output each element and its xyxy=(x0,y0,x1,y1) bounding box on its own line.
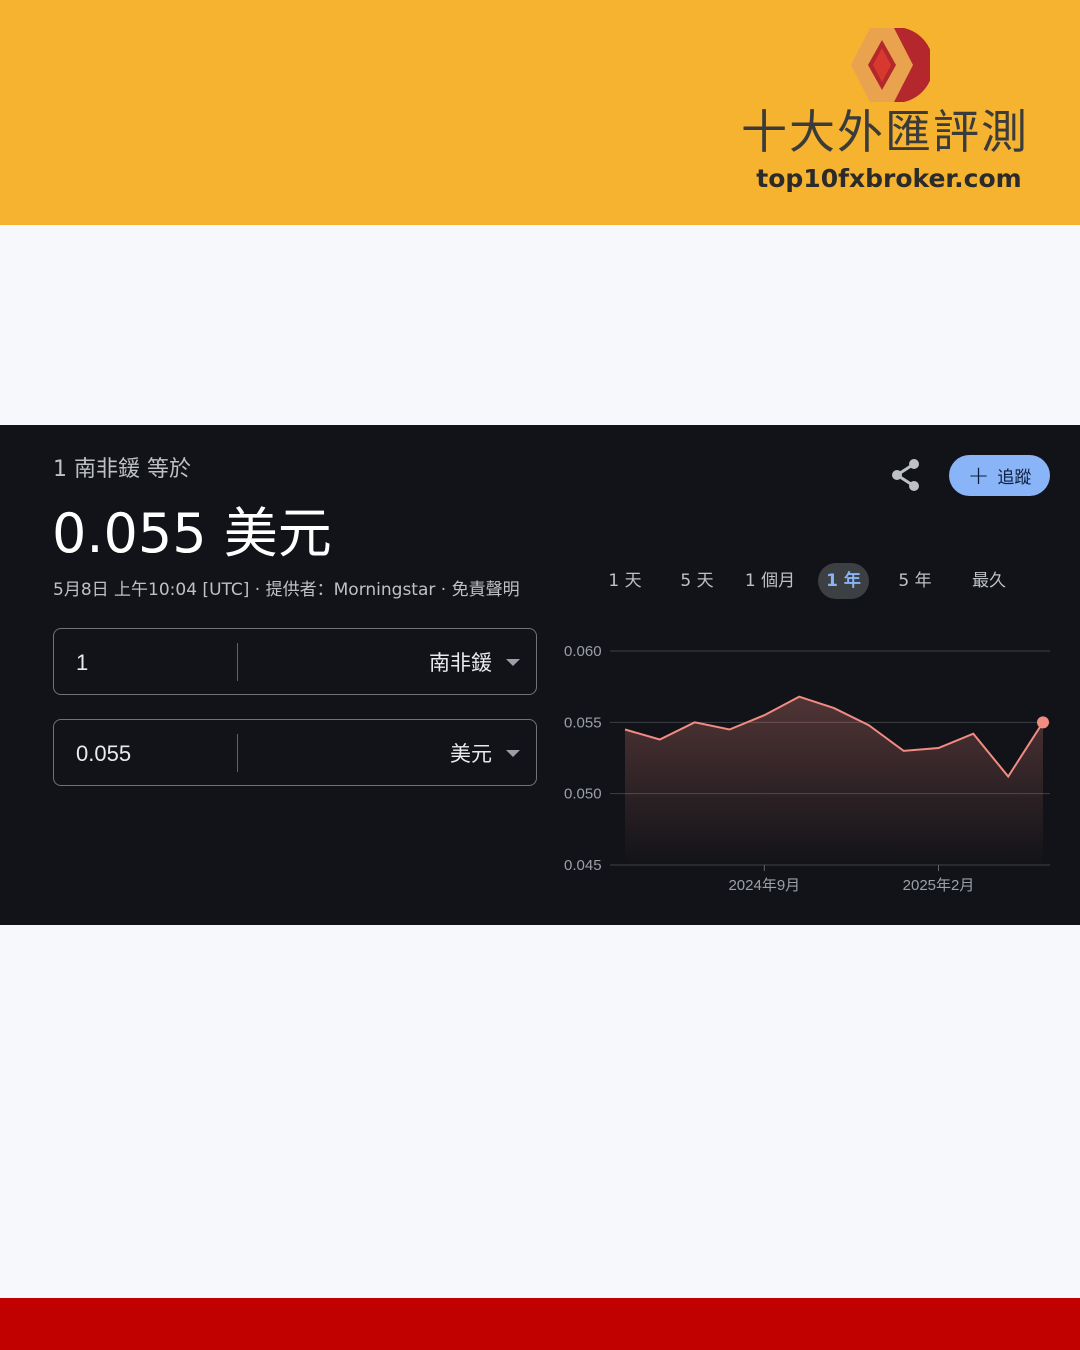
provider-text: 提供者：Morningstar xyxy=(265,580,436,600)
brand-name: 十大外匯評測 xyxy=(741,105,1029,159)
brand-url: top10fxbroker.com xyxy=(756,164,1022,193)
share-icon[interactable] xyxy=(886,455,926,495)
brand-logo-icon xyxy=(851,28,930,102)
to-currency-select[interactable]: 美元 xyxy=(450,734,520,772)
divider xyxy=(237,643,238,681)
timestamp: 5月8日 上午10:04 [UTC] xyxy=(53,580,250,600)
tab-max[interactable]: 最久 xyxy=(954,563,1024,599)
tab-5-days[interactable]: 5 天 xyxy=(662,563,732,599)
from-currency-select[interactable]: 南非鍰 xyxy=(429,643,520,681)
current-point-marker xyxy=(1037,716,1049,729)
disclaimer-link[interactable]: 免責聲明 xyxy=(452,575,520,600)
footer-bar xyxy=(0,1298,1080,1350)
chevron-down-icon xyxy=(506,749,520,757)
converted-value: 0.055 美元 xyxy=(52,502,332,565)
tab-1-year[interactable]: 1 年 xyxy=(818,563,869,599)
to-currency-box: 美元 xyxy=(53,719,537,786)
x-tick-label: 2024年9月 xyxy=(728,877,800,894)
x-tick-label: 2025年2月 xyxy=(903,877,975,894)
y-tick-label: 0.045 xyxy=(564,857,602,874)
to-amount-input[interactable] xyxy=(74,736,228,772)
follow-button[interactable]: + 追蹤 xyxy=(949,455,1050,496)
to-currency-label: 美元 xyxy=(450,742,492,766)
meta-line: 5月8日 上午10:04 [UTC] · 提供者：Morningstar · 免… xyxy=(53,575,520,600)
divider xyxy=(237,734,238,772)
tab-5-years[interactable]: 5 年 xyxy=(880,563,950,599)
from-currency-label: 南非鍰 xyxy=(429,651,492,675)
price-chart[interactable]: 0.060 0.055 0.050 0.045 2024年9月 2025年2月 xyxy=(560,635,1060,910)
y-tick-label: 0.060 xyxy=(564,643,602,660)
follow-label: 追蹤 xyxy=(997,468,1032,488)
conversion-subtitle: 1 南非鍰 等於 xyxy=(53,457,191,482)
y-tick-label: 0.050 xyxy=(564,786,602,803)
from-currency-box: 南非鍰 xyxy=(53,628,537,695)
tab-1-month[interactable]: 1 個月 xyxy=(735,563,805,599)
tab-1-day[interactable]: 1 天 xyxy=(590,563,660,599)
meta-separator-2: · xyxy=(435,580,452,600)
chevron-down-icon xyxy=(506,658,520,666)
y-tick-label: 0.055 xyxy=(564,714,602,731)
range-tabs: 1 天 5 天 1 個月 1 年 5 年 最久 xyxy=(590,563,1030,599)
top-banner: 十大外匯評測 top10fxbroker.com xyxy=(0,0,1080,225)
plus-icon: + xyxy=(967,460,990,491)
currency-widget: 1 南非鍰 等於 0.055 美元 5月8日 上午10:04 [UTC] · 提… xyxy=(0,425,1080,925)
meta-separator: · xyxy=(249,580,266,600)
from-amount-input[interactable] xyxy=(74,645,228,681)
